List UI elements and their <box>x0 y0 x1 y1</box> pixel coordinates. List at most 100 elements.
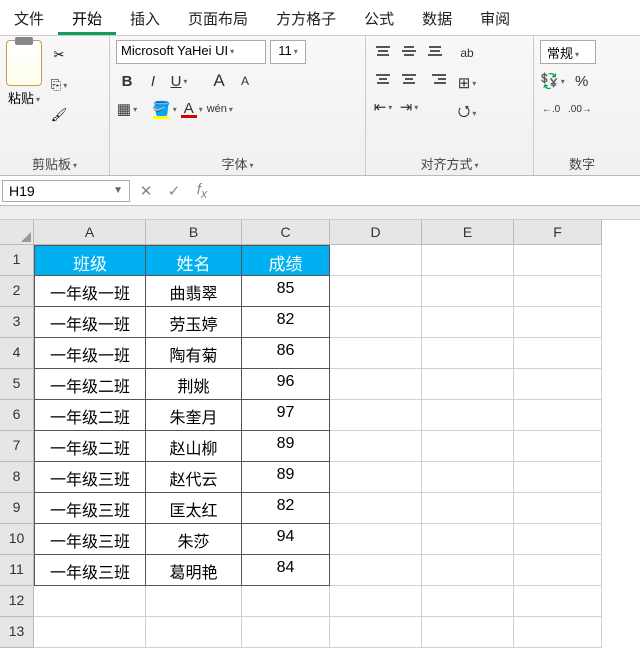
row-head-13[interactable]: 13 <box>0 617 34 648</box>
format-painter-icon[interactable]: 🖌 <box>48 104 70 126</box>
row-head-10[interactable]: 10 <box>0 524 34 555</box>
cell-B2[interactable]: 曲翡翠 <box>146 276 242 307</box>
cell-C7[interactable]: 89 <box>242 431 330 462</box>
cell-D8[interactable] <box>330 462 422 493</box>
name-box[interactable]: H19 ▼ <box>2 180 130 202</box>
sheet-grid[interactable]: ABCDEF1班级姓名成绩2一年级一班曲翡翠853一年级一班劳玉婷824一年级一… <box>0 220 640 648</box>
cell-D5[interactable] <box>330 369 422 400</box>
col-head-B[interactable]: B <box>146 220 242 245</box>
cell-C12[interactable] <box>242 586 330 617</box>
cell-F3[interactable] <box>514 307 602 338</box>
cell-F13[interactable] <box>514 617 602 648</box>
cell-D12[interactable] <box>330 586 422 617</box>
cell-A10[interactable]: 一年级三班 <box>34 524 146 555</box>
cell-F2[interactable] <box>514 276 602 307</box>
align-center-button[interactable] <box>398 68 420 90</box>
insert-function-button[interactable]: fx <box>188 181 216 201</box>
paste-icon[interactable] <box>6 40 42 86</box>
menu-page-layout[interactable]: 页面布局 <box>174 0 262 35</box>
cell-C6[interactable]: 97 <box>242 400 330 431</box>
cell-A9[interactable]: 一年级三班 <box>34 493 146 524</box>
cell-E3[interactable] <box>422 307 514 338</box>
cell-E4[interactable] <box>422 338 514 369</box>
menu-insert[interactable]: 插入 <box>116 0 174 35</box>
cell-B12[interactable] <box>146 586 242 617</box>
cell-E9[interactable] <box>422 493 514 524</box>
indent-decrease-button[interactable]: ⇤ <box>372 96 394 118</box>
italic-button[interactable]: I <box>142 70 164 92</box>
cell-A3[interactable]: 一年级一班 <box>34 307 146 338</box>
cell-E1[interactable] <box>422 245 514 276</box>
font-size-select[interactable]: 11 <box>270 40 306 64</box>
cell-F7[interactable] <box>514 431 602 462</box>
cell-D2[interactable] <box>330 276 422 307</box>
cell-D3[interactable] <box>330 307 422 338</box>
row-head-8[interactable]: 8 <box>0 462 34 493</box>
cell-C10[interactable]: 94 <box>242 524 330 555</box>
col-head-D[interactable]: D <box>330 220 422 245</box>
cell-D7[interactable] <box>330 431 422 462</box>
name-box-dropdown-icon[interactable]: ▼ <box>113 185 123 196</box>
percent-button[interactable]: % <box>571 70 593 92</box>
cell-F5[interactable] <box>514 369 602 400</box>
cell-D10[interactable] <box>330 524 422 555</box>
cell-B10[interactable]: 朱莎 <box>146 524 242 555</box>
cell-F12[interactable] <box>514 586 602 617</box>
row-head-5[interactable]: 5 <box>0 369 34 400</box>
cell-F1[interactable] <box>514 245 602 276</box>
row-head-12[interactable]: 12 <box>0 586 34 617</box>
align-left-button[interactable] <box>372 68 394 90</box>
cell-C1[interactable]: 成绩 <box>242 245 330 276</box>
enter-formula-button[interactable]: ✓ <box>160 182 188 200</box>
align-middle-button[interactable] <box>398 40 420 62</box>
cell-D13[interactable] <box>330 617 422 648</box>
cell-E2[interactable] <box>422 276 514 307</box>
row-head-2[interactable]: 2 <box>0 276 34 307</box>
cell-A7[interactable]: 一年级二班 <box>34 431 146 462</box>
cell-D11[interactable] <box>330 555 422 586</box>
cell-C5[interactable]: 96 <box>242 369 330 400</box>
menu-review[interactable]: 审阅 <box>466 0 524 35</box>
align-top-button[interactable] <box>372 40 394 62</box>
cell-F9[interactable] <box>514 493 602 524</box>
cell-F4[interactable] <box>514 338 602 369</box>
menu-fangfang[interactable]: 方方格子 <box>262 0 350 35</box>
cell-A1[interactable]: 班级 <box>34 245 146 276</box>
cell-E11[interactable] <box>422 555 514 586</box>
menu-file[interactable]: 文件 <box>0 0 58 35</box>
cell-B6[interactable]: 朱奎月 <box>146 400 242 431</box>
indent-increase-button[interactable]: ⇥ <box>398 96 420 118</box>
cell-A4[interactable]: 一年级一班 <box>34 338 146 369</box>
cell-B11[interactable]: 葛明艳 <box>146 555 242 586</box>
paste-button[interactable]: 粘贴 <box>8 88 40 107</box>
cell-E13[interactable] <box>422 617 514 648</box>
row-head-4[interactable]: 4 <box>0 338 34 369</box>
formula-input[interactable] <box>216 181 640 201</box>
cell-A2[interactable]: 一年级一班 <box>34 276 146 307</box>
fill-color-button[interactable]: 🪣 <box>152 98 177 120</box>
cell-C4[interactable]: 86 <box>242 338 330 369</box>
cell-C11[interactable]: 84 <box>242 555 330 586</box>
bold-button[interactable]: B <box>116 70 138 92</box>
border-button[interactable]: ▦ <box>116 98 138 120</box>
row-head-1[interactable]: 1 <box>0 245 34 276</box>
cell-F6[interactable] <box>514 400 602 431</box>
cell-C13[interactable] <box>242 617 330 648</box>
cell-E6[interactable] <box>422 400 514 431</box>
cell-F10[interactable] <box>514 524 602 555</box>
cell-D1[interactable] <box>330 245 422 276</box>
menu-home[interactable]: 开始 <box>58 0 116 35</box>
select-all-corner[interactable] <box>0 220 34 245</box>
cell-E8[interactable] <box>422 462 514 493</box>
row-head-9[interactable]: 9 <box>0 493 34 524</box>
font-name-select[interactable]: Microsoft YaHei UI <box>116 40 266 64</box>
cell-D6[interactable] <box>330 400 422 431</box>
font-color-button[interactable]: A <box>181 98 203 120</box>
currency-button[interactable]: 💱 <box>540 70 565 92</box>
cell-B9[interactable]: 匡太红 <box>146 493 242 524</box>
row-head-11[interactable]: 11 <box>0 555 34 586</box>
cell-C3[interactable]: 82 <box>242 307 330 338</box>
copy-icon[interactable]: ⎘ <box>48 74 70 96</box>
cell-A13[interactable] <box>34 617 146 648</box>
cell-E5[interactable] <box>422 369 514 400</box>
